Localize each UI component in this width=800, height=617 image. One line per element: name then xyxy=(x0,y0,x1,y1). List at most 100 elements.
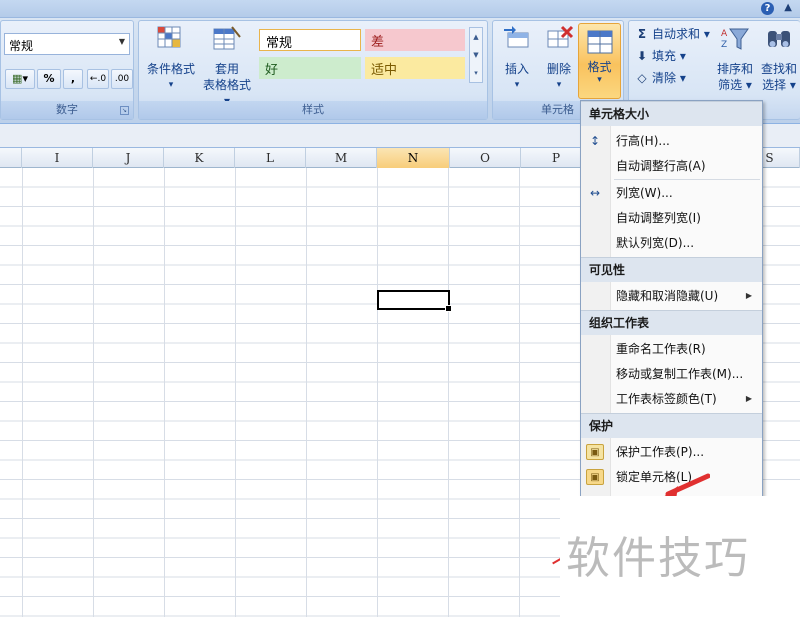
number-format-value: 常规 xyxy=(9,39,34,53)
styles-group: 条件格式 ▾ 套用 表格格式 ▾ 常规 差 好 适中 ▲▼▾ 样式 xyxy=(138,20,488,120)
column-header[interactable]: O xyxy=(450,148,521,168)
menu-item-autofit-column-width[interactable]: 自动调整列宽(I) xyxy=(581,206,762,230)
lock-cell-icon: ▣ xyxy=(586,469,604,485)
active-cell[interactable] xyxy=(377,290,452,312)
column-header[interactable]: K xyxy=(164,148,235,168)
protect-sheet-icon: ▣ xyxy=(586,444,604,460)
help-icon[interactable]: ? xyxy=(761,2,774,15)
menu-separator xyxy=(614,179,760,180)
conditional-format-caret: ▾ xyxy=(168,80,174,90)
column-header[interactable]: I xyxy=(22,148,93,168)
style-neutral[interactable]: 适中 xyxy=(365,57,465,79)
clear-label: 清除 ▾ xyxy=(652,71,686,85)
menu-section-organize-sheets: 组织工作表 xyxy=(581,310,762,335)
menu-item-autofit-row-height[interactable]: 自动调整行高(A) xyxy=(581,154,762,178)
menu-item-row-height[interactable]: ↕ 行高(H)... xyxy=(581,129,762,153)
format-as-table-label1: 套用 xyxy=(214,62,239,76)
format-as-table-button[interactable]: 套用 表格格式 ▾ xyxy=(199,25,255,109)
menu-item-label: 重命名工作表(R) xyxy=(616,342,706,356)
menu-item-label: 自动调整列宽(I) xyxy=(616,211,701,225)
chevron-down-icon: ▼ xyxy=(118,37,125,46)
column-header-blank xyxy=(0,148,22,168)
styles-group-label: 样式 xyxy=(139,101,487,119)
menu-item-label: 隐藏和取消隐藏(U) xyxy=(616,289,719,303)
format-dropdown-menu: 单元格大小 ↕ 行高(H)... 自动调整行高(A) ↔ 列宽(W)... 自动… xyxy=(580,100,763,498)
autosum-label: 自动求和 ▾ xyxy=(652,27,710,41)
binoculars-icon xyxy=(768,31,790,47)
menu-item-move-copy-sheet[interactable]: 移动或复制工作表(M)... xyxy=(581,362,762,386)
svg-text:Z: Z xyxy=(721,40,727,50)
fill-down-icon: ⬇ xyxy=(636,49,648,63)
format-label: 格式 xyxy=(587,60,612,74)
sigma-icon: Σ xyxy=(637,27,647,41)
format-as-table-icon xyxy=(213,26,241,50)
style-normal[interactable]: 常规 xyxy=(259,29,361,51)
sort-filter-button[interactable]: A Z 排序和 筛选 ▾ xyxy=(713,25,757,93)
menu-item-rename-sheet[interactable]: 重命名工作表(R) xyxy=(581,337,762,361)
menu-section-protection: 保护 xyxy=(581,413,762,438)
number-group: 常规 ▼ ▦▾ % , ←.0 .00 数字 ↘ xyxy=(0,20,134,120)
delete-cells-icon xyxy=(547,25,574,48)
dialog-launcher-icon[interactable]: ↘ xyxy=(120,106,129,115)
menu-item-label: 自动调整行高(A) xyxy=(616,159,706,173)
ribbon-collapse-icon[interactable]: ▲ xyxy=(784,2,792,13)
style-bad[interactable]: 差 xyxy=(365,29,465,51)
styles-scroll[interactable]: ▲ ▼ ▾ xyxy=(469,27,483,83)
find-select-button[interactable]: 查找和 选择 ▾ xyxy=(757,25,800,93)
row-height-icon: ↕ xyxy=(589,134,601,148)
menu-item-hide-unhide[interactable]: 隐藏和取消隐藏(U) ▶ xyxy=(581,284,762,308)
svg-text:A: A xyxy=(721,29,728,39)
column-header[interactable]: J xyxy=(93,148,164,168)
delete-caret: ▾ xyxy=(556,80,562,90)
ribbon-top-strip: ? ▲ xyxy=(0,0,800,18)
decrease-decimal-button[interactable]: .00 xyxy=(111,69,133,89)
menu-item-label: 列宽(W)... xyxy=(616,186,673,200)
increase-decimal-button[interactable]: ←.0 xyxy=(87,69,109,89)
menu-item-label: 默认列宽(D)... xyxy=(616,236,695,250)
autosum-button[interactable]: Σ 自动求和 ▾ xyxy=(635,25,710,42)
menu-item-tab-color[interactable]: 工作表标签颜色(T) ▶ xyxy=(581,387,762,411)
clear-button[interactable]: ◇ 清除 ▾ xyxy=(635,69,686,86)
column-header[interactable]: L xyxy=(235,148,306,168)
watermark-text: 软件技巧 xyxy=(566,533,750,584)
find-select-label1: 查找和 xyxy=(760,62,797,76)
menu-item-label: 行高(H)... xyxy=(616,134,670,148)
insert-caret: ▾ xyxy=(514,80,520,90)
number-group-label: 数字 xyxy=(1,101,133,119)
accounting-format-button[interactable]: ▦▾ xyxy=(5,69,35,89)
conditional-format-button[interactable]: 条件格式 ▾ xyxy=(143,25,199,93)
fill-label: 填充 ▾ xyxy=(652,49,686,63)
eraser-icon: ◇ xyxy=(637,71,647,85)
menu-section-cell-size: 单元格大小 xyxy=(581,101,762,126)
find-select-label2: 选择 ▾ xyxy=(762,78,796,92)
submenu-arrow-icon: ▶ xyxy=(745,291,752,300)
menu-item-label: 移动或复制工作表(M)... xyxy=(616,367,744,381)
number-format-select[interactable]: 常规 ▼ xyxy=(4,33,130,55)
insert-label: 插入 xyxy=(504,62,529,76)
sort-filter-label1: 排序和 xyxy=(716,62,753,76)
currency-icon: ▦ xyxy=(12,72,23,85)
format-cells-icon xyxy=(587,30,612,54)
menu-item-label: 保护工作表(P)... xyxy=(616,445,705,459)
comma-button[interactable]: , xyxy=(63,69,83,89)
style-good[interactable]: 好 xyxy=(259,57,361,79)
fill-button[interactable]: ⬇ 填充 ▾ xyxy=(635,47,686,64)
submenu-arrow-icon: ▶ xyxy=(745,394,752,403)
delete-button[interactable]: 删除 ▾ xyxy=(537,25,581,93)
conditional-format-icon xyxy=(157,26,181,48)
menu-item-protect-sheet[interactable]: ▣ 保护工作表(P)... xyxy=(581,440,762,464)
format-caret: ▾ xyxy=(597,75,602,85)
delete-label: 删除 xyxy=(546,62,571,76)
column-width-icon: ↔ xyxy=(589,186,601,200)
format-button[interactable]: 格式 ▾ xyxy=(578,23,621,99)
sort-filter-label2: 筛选 ▾ xyxy=(718,78,752,92)
column-header[interactable]: M xyxy=(306,148,377,168)
insert-cells-icon xyxy=(504,26,529,48)
menu-item-default-width[interactable]: 默认列宽(D)... xyxy=(581,231,762,255)
menu-item-column-width[interactable]: ↔ 列宽(W)... xyxy=(581,181,762,205)
insert-button[interactable]: 插入 ▾ xyxy=(495,25,539,93)
sort-filter-icon: A Z xyxy=(721,28,749,50)
menu-item-label: 工作表标签颜色(T) xyxy=(616,392,717,406)
percent-button[interactable]: % xyxy=(37,69,61,89)
column-header-selected[interactable]: N xyxy=(377,148,450,168)
